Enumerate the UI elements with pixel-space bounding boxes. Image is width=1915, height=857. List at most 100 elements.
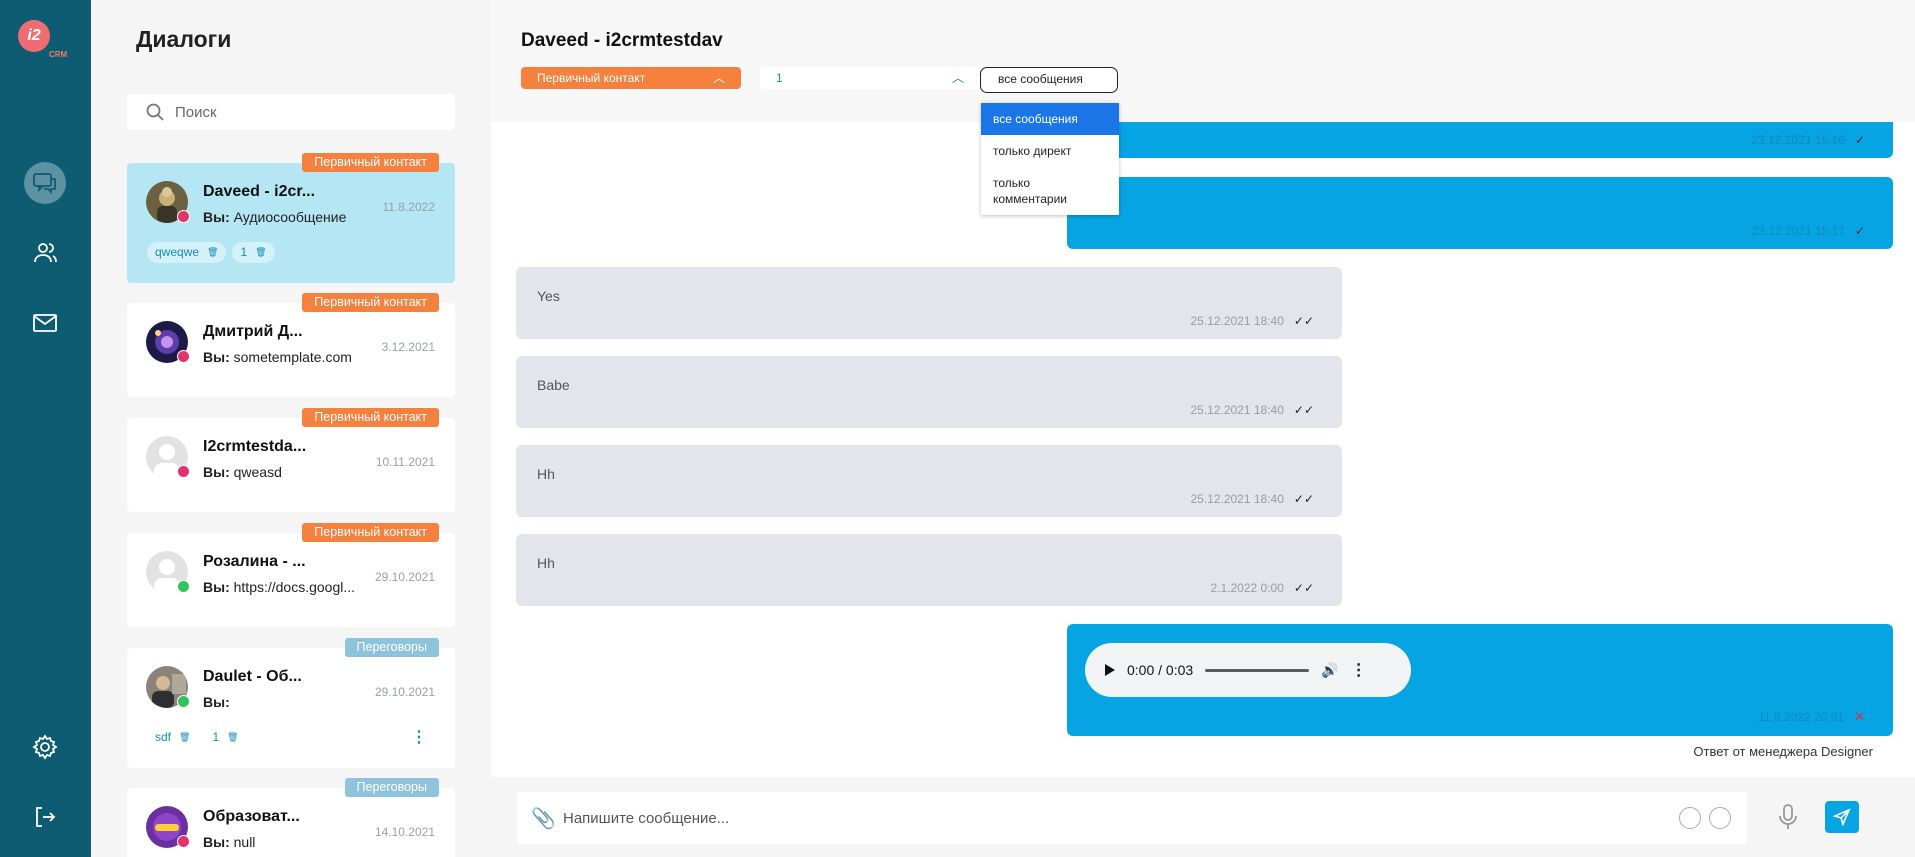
message-meta: 2.1.2022 0:00 ✓✓ bbox=[1210, 581, 1314, 595]
trash-icon[interactable]: 🗑 bbox=[227, 727, 238, 748]
send-icon bbox=[1833, 808, 1851, 826]
emoji-icon[interactable] bbox=[1679, 807, 1701, 829]
chevron-up-icon: ︿ bbox=[712, 71, 725, 85]
message-list: 23.12.2021 15:16✓ ? 23.12.2021 15:17✓ Ye… bbox=[491, 122, 1915, 777]
template-icon[interactable] bbox=[1709, 807, 1731, 829]
message-bubble: Hh 25.12.2021 18:40 ✓✓ bbox=[516, 445, 1342, 517]
message-filter-select[interactable]: все сообщения bbox=[980, 67, 1118, 93]
number-select[interactable]: 1 ︿ bbox=[760, 67, 980, 89]
dialog-last-message: Вы: sometemplate.com bbox=[203, 349, 352, 365]
audio-player[interactable]: 0:00 / 0:03 🔊 ⋮ bbox=[1085, 643, 1411, 697]
instagram-icon bbox=[177, 350, 190, 363]
dialog-card[interactable]: Первичный контакт Розалина - ... Вы: htt… bbox=[127, 523, 455, 627]
filter-dropdown: все сообщения только директ только комме… bbox=[981, 103, 1119, 215]
chip[interactable]: 1 🗑 bbox=[232, 242, 275, 263]
search-input[interactable] bbox=[175, 94, 435, 130]
composer-area: 📎 bbox=[491, 777, 1915, 857]
gear-icon bbox=[32, 734, 58, 760]
stage-badge: Первичный контакт bbox=[302, 523, 439, 542]
chat-icon bbox=[33, 173, 56, 195]
mail-icon bbox=[33, 314, 57, 332]
double-check-icon: ✓✓ bbox=[1293, 492, 1314, 506]
dialog-name: Daulet - Об... bbox=[203, 668, 302, 685]
volume-icon[interactable]: 🔊 bbox=[1321, 662, 1338, 679]
chip-list: qweqwe 🗑 1 🗑 bbox=[147, 242, 275, 263]
chip[interactable]: qweqwe 🗑 bbox=[147, 242, 227, 263]
dialog-date: 11.8.2022 bbox=[382, 200, 436, 214]
chip[interactable]: 1 🗑 bbox=[204, 727, 247, 748]
dialog-last-message: Вы: null bbox=[203, 834, 256, 850]
contacts-icon bbox=[34, 243, 57, 263]
nav-logout[interactable] bbox=[24, 796, 66, 838]
dialog-last-message: Вы: bbox=[203, 694, 230, 710]
trash-icon[interactable]: 🗑 bbox=[207, 242, 218, 263]
dialog-date: 10.11.2021 bbox=[375, 455, 435, 469]
dialog-card[interactable]: Переговоры Образоват... Вы: null 14.10.2… bbox=[127, 778, 455, 857]
stage-badge: Первичный контакт bbox=[302, 293, 439, 312]
chat-header: Daveed - i2crmtestdav Первичный контакт … bbox=[491, 0, 1915, 122]
instagram-icon bbox=[177, 835, 190, 848]
manager-note: Ответ от менеджера Designer bbox=[1693, 744, 1873, 759]
double-check-icon: ✓✓ bbox=[1293, 581, 1314, 595]
search-box[interactable] bbox=[127, 94, 455, 130]
check-icon: ✓ bbox=[1854, 133, 1865, 147]
chat-title: Daveed - i2crmtestdav bbox=[521, 30, 723, 51]
send-button[interactable] bbox=[1825, 801, 1859, 833]
trash-icon[interactable]: 🗑 bbox=[255, 242, 266, 263]
message-meta: 11.8.2022 20:01 ✕ bbox=[1758, 709, 1865, 724]
composer: 📎 bbox=[517, 792, 1747, 844]
double-check-icon: ✓✓ bbox=[1293, 403, 1314, 417]
instagram-icon bbox=[177, 465, 190, 478]
filter-option[interactable]: все сообщения bbox=[981, 103, 1119, 135]
chevron-up-icon: ︿ bbox=[951, 71, 964, 85]
dialog-name: Daveed - i2cr... bbox=[203, 183, 316, 200]
dialog-list-panel: Диалоги Первичный контакт Daveed - i2cr.… bbox=[91, 0, 491, 857]
dialog-date: 14.10.2021 bbox=[374, 825, 435, 839]
nav-mail[interactable] bbox=[24, 302, 66, 344]
page-title: Диалоги bbox=[136, 26, 232, 52]
stage-badge: Первичный контакт bbox=[302, 153, 439, 172]
more-options-icon[interactable]: ⋮ bbox=[411, 730, 427, 746]
message-meta: 25.12.2021 18:40 ✓✓ bbox=[1190, 314, 1314, 328]
nav-dialogs[interactable] bbox=[24, 162, 66, 204]
dialog-card[interactable]: Первичный контакт Daveed - i2cr... Вы: А… bbox=[127, 153, 455, 283]
chip[interactable]: sdf 🗑 bbox=[147, 727, 199, 748]
trash-icon[interactable]: 🗑 bbox=[179, 727, 190, 748]
whatsapp-icon bbox=[177, 695, 190, 708]
filter-option[interactable]: только комментарии bbox=[981, 167, 1119, 215]
more-options-icon[interactable]: ⋮ bbox=[1351, 660, 1367, 680]
audio-message-bubble: 0:00 / 0:03 🔊 ⋮ 11.8.2022 20:01 ✕ bbox=[1067, 624, 1893, 736]
paperclip-icon[interactable]: 📎 bbox=[531, 806, 556, 831]
dialog-card[interactable]: Первичный контакт I2crmtestda... Вы: qwe… bbox=[127, 408, 455, 512]
dialog-name: I2crmtestda... bbox=[203, 438, 307, 455]
message-input[interactable] bbox=[563, 792, 1613, 844]
nav-rail: i2 CRM bbox=[0, 0, 91, 857]
stage-badge: Переговоры bbox=[344, 638, 439, 657]
message-bubble: ? 23.12.2021 15:17✓ bbox=[1067, 177, 1893, 249]
play-icon[interactable] bbox=[1105, 664, 1115, 676]
message-bubble: Yes 25.12.2021 18:40 ✓✓ bbox=[516, 267, 1342, 339]
audio-progress-bar[interactable] bbox=[1205, 668, 1310, 672]
check-icon: ✓ bbox=[1854, 224, 1865, 238]
dialog-date: 29.10.2021 bbox=[374, 685, 435, 699]
microphone-icon[interactable] bbox=[1778, 803, 1798, 831]
dialog-last-message: Вы: qweasd bbox=[203, 464, 282, 480]
instagram-icon bbox=[177, 210, 190, 223]
message-bubble: Hh 2.1.2022 0:00 ✓✓ bbox=[516, 534, 1342, 606]
dialog-last-message: Вы: Аудиосообщение bbox=[203, 209, 347, 225]
dialog-name: Дмитрий Д... bbox=[203, 323, 303, 340]
filter-option[interactable]: только директ bbox=[981, 135, 1119, 167]
stage-badge: Первичный контакт bbox=[302, 408, 439, 427]
error-icon: ✕ bbox=[1854, 709, 1865, 724]
logout-icon bbox=[36, 807, 56, 827]
nav-contacts[interactable] bbox=[24, 232, 66, 274]
double-check-icon: ✓✓ bbox=[1293, 314, 1314, 328]
app-logo[interactable]: i2 CRM bbox=[18, 20, 67, 60]
message-meta: 23.12.2021 15:17 ✓ bbox=[1751, 224, 1865, 238]
nav-settings[interactable] bbox=[24, 726, 66, 768]
message-meta: 25.12.2021 18:40 ✓✓ bbox=[1190, 492, 1314, 506]
dialog-card[interactable]: Первичный контакт Дмитрий Д... Вы: somet… bbox=[127, 293, 455, 397]
dialog-card[interactable]: Переговоры Daulet - Об... Вы: 29.10.2021… bbox=[127, 638, 455, 768]
stage-select[interactable]: Первичный контакт ︿ bbox=[521, 67, 741, 89]
dialog-name: Образоват... bbox=[203, 808, 300, 825]
